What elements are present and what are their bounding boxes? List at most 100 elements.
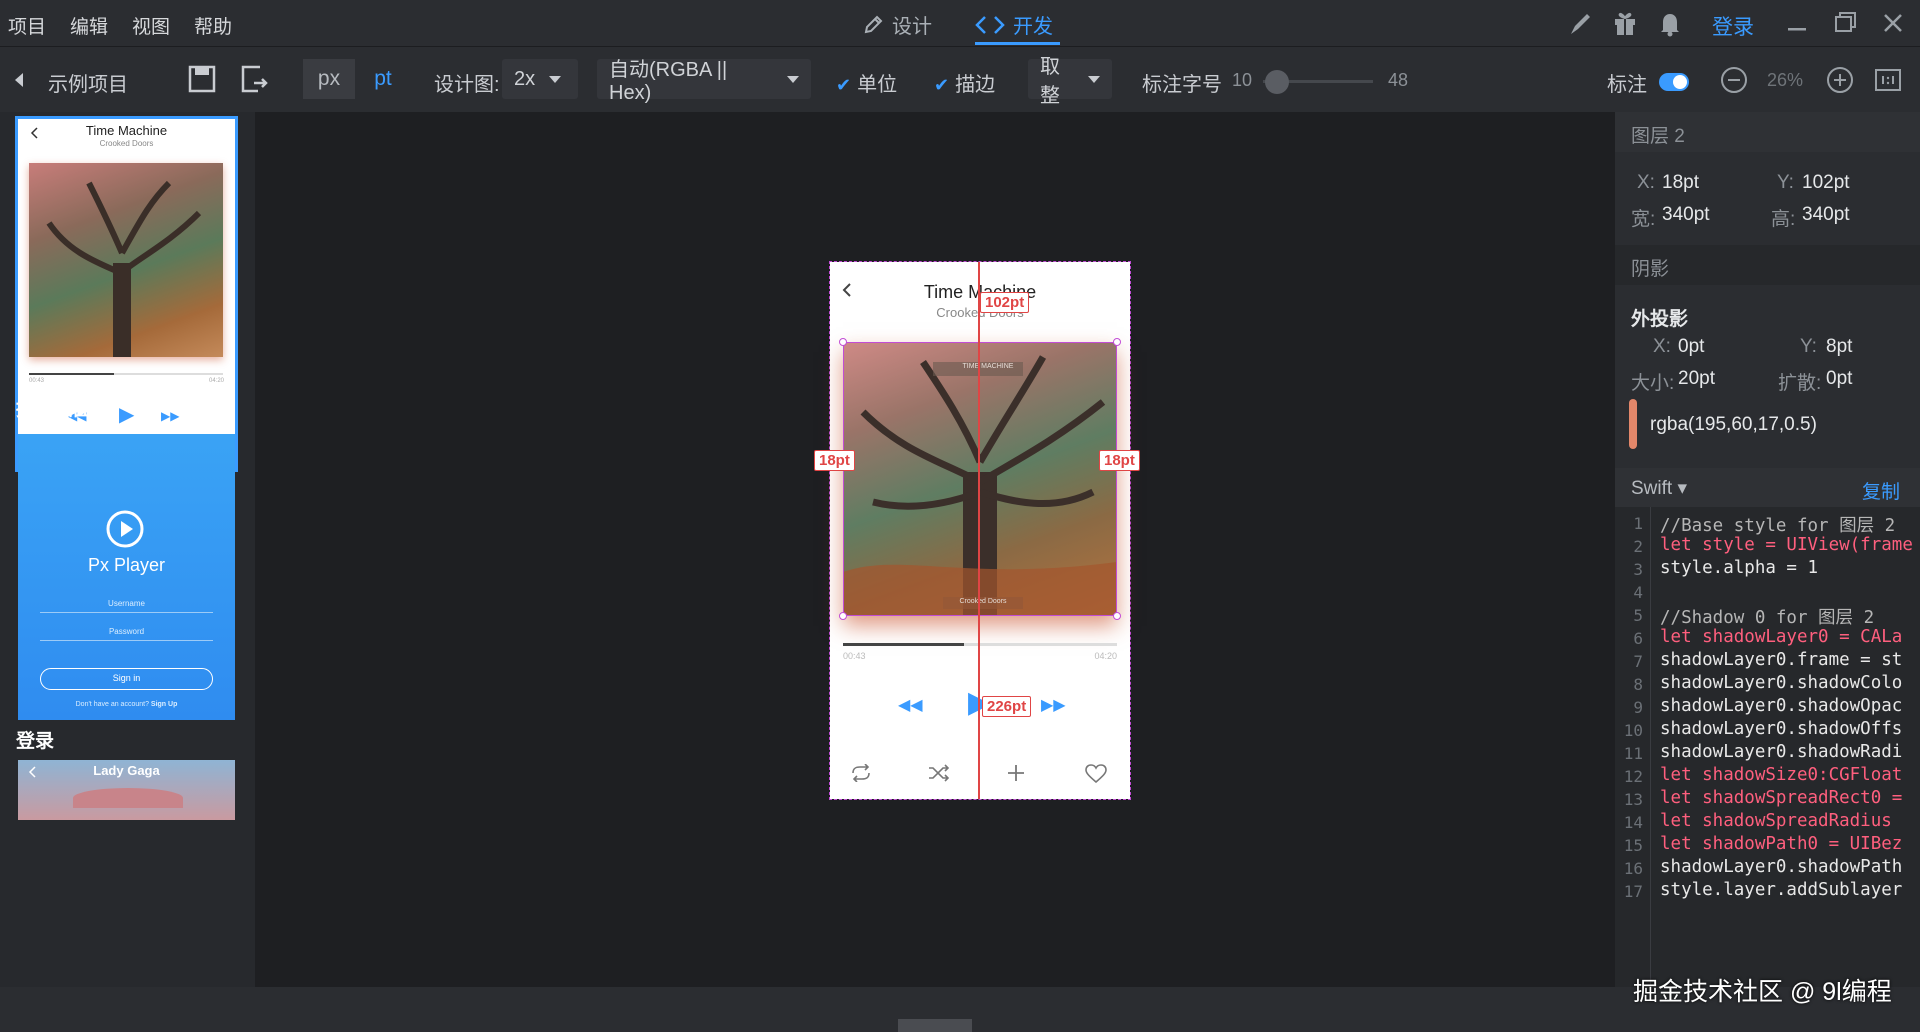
login-link[interactable]: 登录 (1712, 11, 1754, 41)
selection-handle[interactable] (839, 338, 847, 346)
code-text: let shadowSpreadRadius (1660, 811, 1892, 831)
brush-icon[interactable] (1565, 8, 1595, 38)
line-number: 17 (1623, 882, 1643, 901)
menu-edit[interactable]: 编辑 (70, 12, 108, 39)
measure-guide-vertical (978, 262, 980, 799)
back-arrow-icon[interactable] (14, 73, 24, 87)
repeat-icon[interactable] (850, 764, 872, 782)
menu-project[interactable]: 项目 (8, 12, 46, 39)
code-text: let shadowPath0 = UIBez (1660, 834, 1903, 854)
artboard-player[interactable]: Time Machine Crooked Doors TIME MACHINE … (814, 261, 1140, 800)
code-icon (975, 15, 1005, 34)
line-number: 16 (1623, 859, 1643, 878)
shuffle-icon[interactable] (928, 764, 950, 782)
font-size-label: 标注字号 (1142, 74, 1222, 96)
font-size-max: 48 (1388, 70, 1409, 90)
thumb-album-art (29, 163, 223, 358)
font-size-slider-handle[interactable] (1265, 70, 1289, 94)
zoom-in-icon[interactable] (1826, 66, 1854, 94)
line-number: 5 (1633, 606, 1643, 625)
code-line: 17 style.layer.addSublayer (1615, 879, 1920, 907)
code-text: let shadowLayer0 = CALa (1660, 627, 1903, 647)
minimize-icon[interactable] (1782, 8, 1812, 38)
design-scale-value: 2x (514, 67, 536, 90)
line-number: 7 (1633, 652, 1643, 671)
thumb-app-name: Px Player (87, 555, 166, 575)
fast-forward-icon: ▶▶ (161, 409, 180, 423)
shadow-x-value[interactable]: 0pt (1678, 336, 1704, 358)
stroke-checkbox[interactable]: ✔ 描边 (934, 68, 995, 97)
rounding-value: 取整 (1040, 56, 1060, 107)
gift-icon[interactable] (1610, 8, 1640, 38)
outer-shadow-title: 外投影 (1631, 309, 1689, 330)
save-icon[interactable] (188, 65, 216, 93)
line-number: 12 (1623, 767, 1643, 786)
code-text: style.alpha = 1 (1660, 558, 1819, 578)
height-value[interactable]: 340pt (1802, 204, 1850, 226)
add-icon[interactable] (1007, 764, 1025, 782)
shadow-color-swatch[interactable] (1629, 399, 1637, 449)
unit-px-button[interactable]: px (303, 59, 355, 99)
fast-forward-icon[interactable]: ▶▶ (1041, 695, 1066, 715)
unit-pt-button[interactable]: pt (357, 59, 409, 99)
line-number: 9 (1633, 698, 1643, 717)
shadow-y-value[interactable]: 8pt (1826, 336, 1852, 358)
rewind-icon[interactable]: ◀◀ (898, 695, 923, 715)
progress-track[interactable] (843, 643, 1117, 646)
menu-help[interactable]: 帮助 (194, 12, 232, 39)
page-thumbnail-artist[interactable]: Lady Gaga (18, 760, 235, 820)
bell-icon[interactable] (1655, 8, 1685, 38)
color-format-value: 自动(RGBA || Hex) (609, 59, 728, 104)
chevron-down-icon (549, 75, 562, 83)
actual-size-icon[interactable] (1874, 67, 1902, 93)
shadow-color-value[interactable]: rgba(195,60,17,0.5) (1650, 414, 1817, 436)
inspector-panel: 图层 2 X: 18pt Y: 102pt 宽: 340pt 高: 340pt … (1615, 112, 1920, 987)
measure-label-bottom: 226pt (982, 696, 1032, 717)
tab-design-label: 设计 (892, 16, 932, 38)
thumb-song-title: Time Machine (85, 123, 168, 138)
copy-button[interactable]: 复制 (1862, 477, 1900, 504)
unit-checkbox[interactable]: ✔ 单位 (836, 68, 897, 97)
zoom-out-icon[interactable] (1720, 66, 1748, 94)
export-icon[interactable] (240, 65, 268, 93)
tab-design[interactable]: 设计 (862, 10, 932, 39)
language-select[interactable]: Swift ▾ (1631, 477, 1687, 500)
design-canvas[interactable]: Time Machine Crooked Doors TIME MACHINE … (255, 112, 1615, 987)
height-label: 高: (1771, 209, 1796, 230)
code-text: shadowLayer0.shadowOffs (1660, 719, 1903, 739)
pencil-icon (864, 15, 883, 33)
code-text: style.layer.addSublayer (1660, 880, 1903, 900)
thumb-total: 04:20 (208, 378, 224, 384)
annotate-toggle[interactable] (1659, 73, 1689, 91)
tree-illustration (46, 180, 202, 358)
x-value[interactable]: 18pt (1662, 172, 1699, 194)
maximize-icon[interactable] (1830, 8, 1860, 38)
design-scale-select[interactable]: 2x (502, 59, 578, 99)
page-label-login: 登录 (16, 731, 55, 752)
shadow-size-value[interactable]: 20pt (1678, 368, 1715, 390)
selection-handle[interactable] (1113, 338, 1121, 346)
menu-view[interactable]: 视图 (132, 12, 170, 39)
shadow-section-title: 阴影 (1631, 259, 1670, 280)
rounding-select[interactable]: 取整 (1028, 56, 1112, 107)
thumb-elapsed: 00:43 (29, 378, 45, 384)
zoom-level: 26% (1767, 70, 1804, 90)
line-number: 3 (1633, 560, 1643, 579)
total-time: 04:20 (1094, 651, 1117, 661)
close-window-icon[interactable] (1878, 8, 1908, 38)
page-thumbnail-login[interactable]: Px Player Username Password Sign in Don'… (18, 434, 235, 720)
elapsed-time: 00:43 (843, 651, 866, 661)
tab-develop[interactable]: 开发 (975, 10, 1053, 39)
y-value[interactable]: 102pt (1802, 172, 1850, 194)
check-icon: ✔ (836, 75, 852, 95)
line-number: 14 (1623, 813, 1643, 832)
horizontal-scrollbar[interactable] (898, 1019, 972, 1032)
heart-icon[interactable] (1085, 764, 1107, 784)
project-name[interactable]: 示例项目 (48, 68, 128, 97)
shadow-spread-value[interactable]: 0pt (1826, 368, 1852, 390)
color-format-select[interactable]: 自动(RGBA || Hex) (597, 59, 811, 104)
selection-handle[interactable] (839, 612, 847, 620)
selection-handle[interactable] (1113, 612, 1121, 620)
width-value[interactable]: 340pt (1662, 204, 1710, 226)
code-view[interactable]: 1//Base style for 图层 2 2 let style = UIVie… (1615, 507, 1920, 987)
